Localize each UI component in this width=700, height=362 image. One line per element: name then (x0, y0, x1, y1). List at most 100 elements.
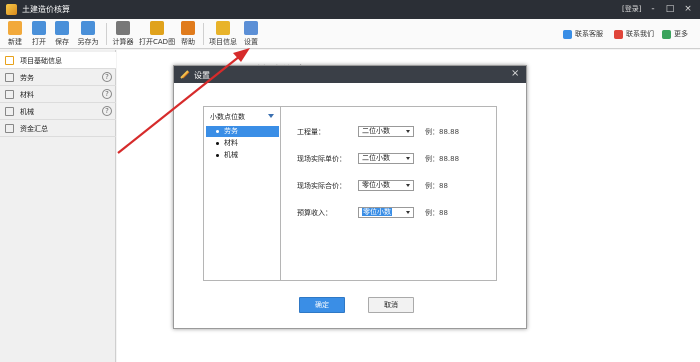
settings-icon (244, 21, 258, 35)
example-text: 例：88.88 (425, 155, 460, 163)
save-as-label: 另存为 (77, 38, 99, 46)
cancel-button[interactable]: 取消 (368, 297, 414, 313)
contact-us-button[interactable]: 联系我们 (614, 29, 654, 39)
sidebar-item-label: 材料 (20, 91, 34, 99)
project-info-icon (216, 21, 230, 35)
funds-icon (5, 124, 14, 133)
project-info-label: 项目信息 (209, 38, 237, 46)
category-tree: 小数点位数 劳务 材料 机械 (204, 107, 281, 280)
select-value: 二位小数 (362, 127, 390, 135)
tree-item-label: 机械 (224, 151, 238, 159)
cad-icon (150, 21, 164, 35)
project-info-button[interactable]: 项目信息 (208, 21, 238, 48)
setting-label: 现场实际单价： (297, 155, 346, 163)
chevron-down-icon[interactable] (268, 114, 274, 118)
open-folder-icon (32, 21, 46, 35)
app-title: 土建造价核算 (22, 5, 70, 14)
new-label: 新建 (8, 38, 22, 46)
new-file-icon (8, 21, 22, 35)
contact-us-icon (614, 29, 623, 39)
select-value: 二位小数 (362, 154, 390, 162)
help-button[interactable]: 帮助 (178, 21, 198, 48)
calculator-label: 计算器 (112, 38, 134, 46)
decimal-select[interactable]: 零位小数 (358, 180, 414, 191)
tree-item-material[interactable]: 材料 (206, 138, 279, 149)
sidebar-item-material[interactable]: 材料 ? (0, 86, 116, 103)
maximize-button[interactable]: □ (663, 2, 677, 16)
dropdown-arrow-icon (406, 130, 410, 133)
open-cad-button[interactable]: 打开CAD图 (139, 21, 175, 48)
contact-service-label: 联系客服 (575, 30, 603, 38)
save-button[interactable]: 保存 (51, 21, 73, 48)
toolbar-divider (203, 23, 204, 45)
sidebar-item-label: 项目基础信息 (20, 57, 62, 65)
save-as-icon (81, 21, 95, 35)
more-label: 更多 (674, 30, 688, 38)
bullet-icon (216, 142, 219, 145)
setting-label: 工程量： (297, 128, 325, 136)
sidebar-item-machinery[interactable]: 机械 ? (0, 103, 116, 120)
contact-us-label: 联系我们 (626, 30, 654, 38)
title-bar: 土建造价核算 [登录] - □ × (0, 0, 700, 19)
sidebar-item-labor[interactable]: 劳务 ? (0, 69, 116, 86)
pencil-icon (180, 70, 190, 79)
tree-item-label: 劳务 (224, 127, 238, 135)
help-circle-icon[interactable]: ? (102, 106, 112, 116)
ok-button[interactable]: 确定 (299, 297, 345, 313)
dropdown-arrow-icon (406, 157, 410, 160)
decimal-select[interactable]: 二位小数 (358, 153, 414, 164)
setting-label: 现场实际合价： (297, 182, 346, 190)
tree-item-machinery[interactable]: 机械 (206, 150, 279, 161)
save-as-button[interactable]: 另存为 (74, 21, 102, 48)
example-text: 例：88 (425, 209, 448, 217)
material-icon (5, 90, 14, 99)
open-label: 打开 (32, 38, 46, 46)
example-text: 例：88 (425, 182, 448, 190)
sidebar-item-project-info[interactable]: 项目基础信息 (0, 52, 116, 69)
save-label: 保存 (55, 38, 69, 46)
minimize-button[interactable]: - (646, 2, 660, 16)
tree-item-label: 材料 (224, 139, 238, 147)
dialog-close-button[interactable]: × (511, 68, 519, 79)
tree-item-labor[interactable]: 劳务 (206, 126, 279, 137)
sidebar-item-funds[interactable]: 资金汇总 (0, 120, 116, 137)
sidebar-item-label: 劳务 (20, 74, 34, 82)
dialog-title: 设置 (194, 71, 210, 80)
decimal-select[interactable]: 零位小数 (358, 207, 414, 218)
settings-label: 设置 (244, 38, 258, 46)
help-circle-icon[interactable]: ? (102, 89, 112, 99)
calculator-icon (116, 21, 130, 35)
help-book-icon (181, 21, 195, 35)
tree-header[interactable]: 小数点位数 (210, 112, 245, 122)
bullet-icon (216, 154, 219, 157)
dropdown-arrow-icon (406, 184, 410, 187)
dialog-title-bar[interactable]: 设置 × (174, 66, 526, 83)
open-button[interactable]: 打开 (28, 21, 50, 48)
settings-button[interactable]: 设置 (241, 21, 261, 48)
open-cad-label: 打开CAD图 (139, 38, 176, 46)
dialog-body: 小数点位数 劳务 材料 机械 工程量： 二位小数 例：88.88 现场实际单价：… (203, 106, 497, 281)
labor-icon (5, 73, 14, 82)
select-value: 零位小数 (362, 208, 392, 216)
calculator-button[interactable]: 计算器 (110, 21, 136, 48)
setting-label: 预算收入： (297, 209, 332, 217)
close-window-button[interactable]: × (681, 2, 695, 16)
machinery-icon (5, 107, 14, 116)
more-button[interactable]: 更多 (662, 29, 688, 39)
decimal-select[interactable]: 二位小数 (358, 126, 414, 137)
example-text: 例：88.88 (425, 128, 460, 136)
more-icon (662, 29, 671, 39)
login-link[interactable]: [登录] (622, 4, 641, 14)
sidebar: 项目基础信息 劳务 ? 材料 ? 机械 ? 资金汇总 (0, 50, 116, 362)
sidebar-item-label: 机械 (20, 108, 34, 116)
help-circle-icon[interactable]: ? (102, 72, 112, 82)
select-value: 零位小数 (362, 181, 390, 189)
contact-service-button[interactable]: 联系客服 (563, 29, 603, 39)
customer-service-icon (563, 29, 572, 39)
bullet-icon (216, 130, 219, 133)
dropdown-arrow-icon (406, 211, 410, 214)
new-button[interactable]: 新建 (4, 21, 26, 48)
help-label: 帮助 (181, 38, 195, 46)
document-icon (5, 56, 14, 65)
save-icon (55, 21, 69, 35)
